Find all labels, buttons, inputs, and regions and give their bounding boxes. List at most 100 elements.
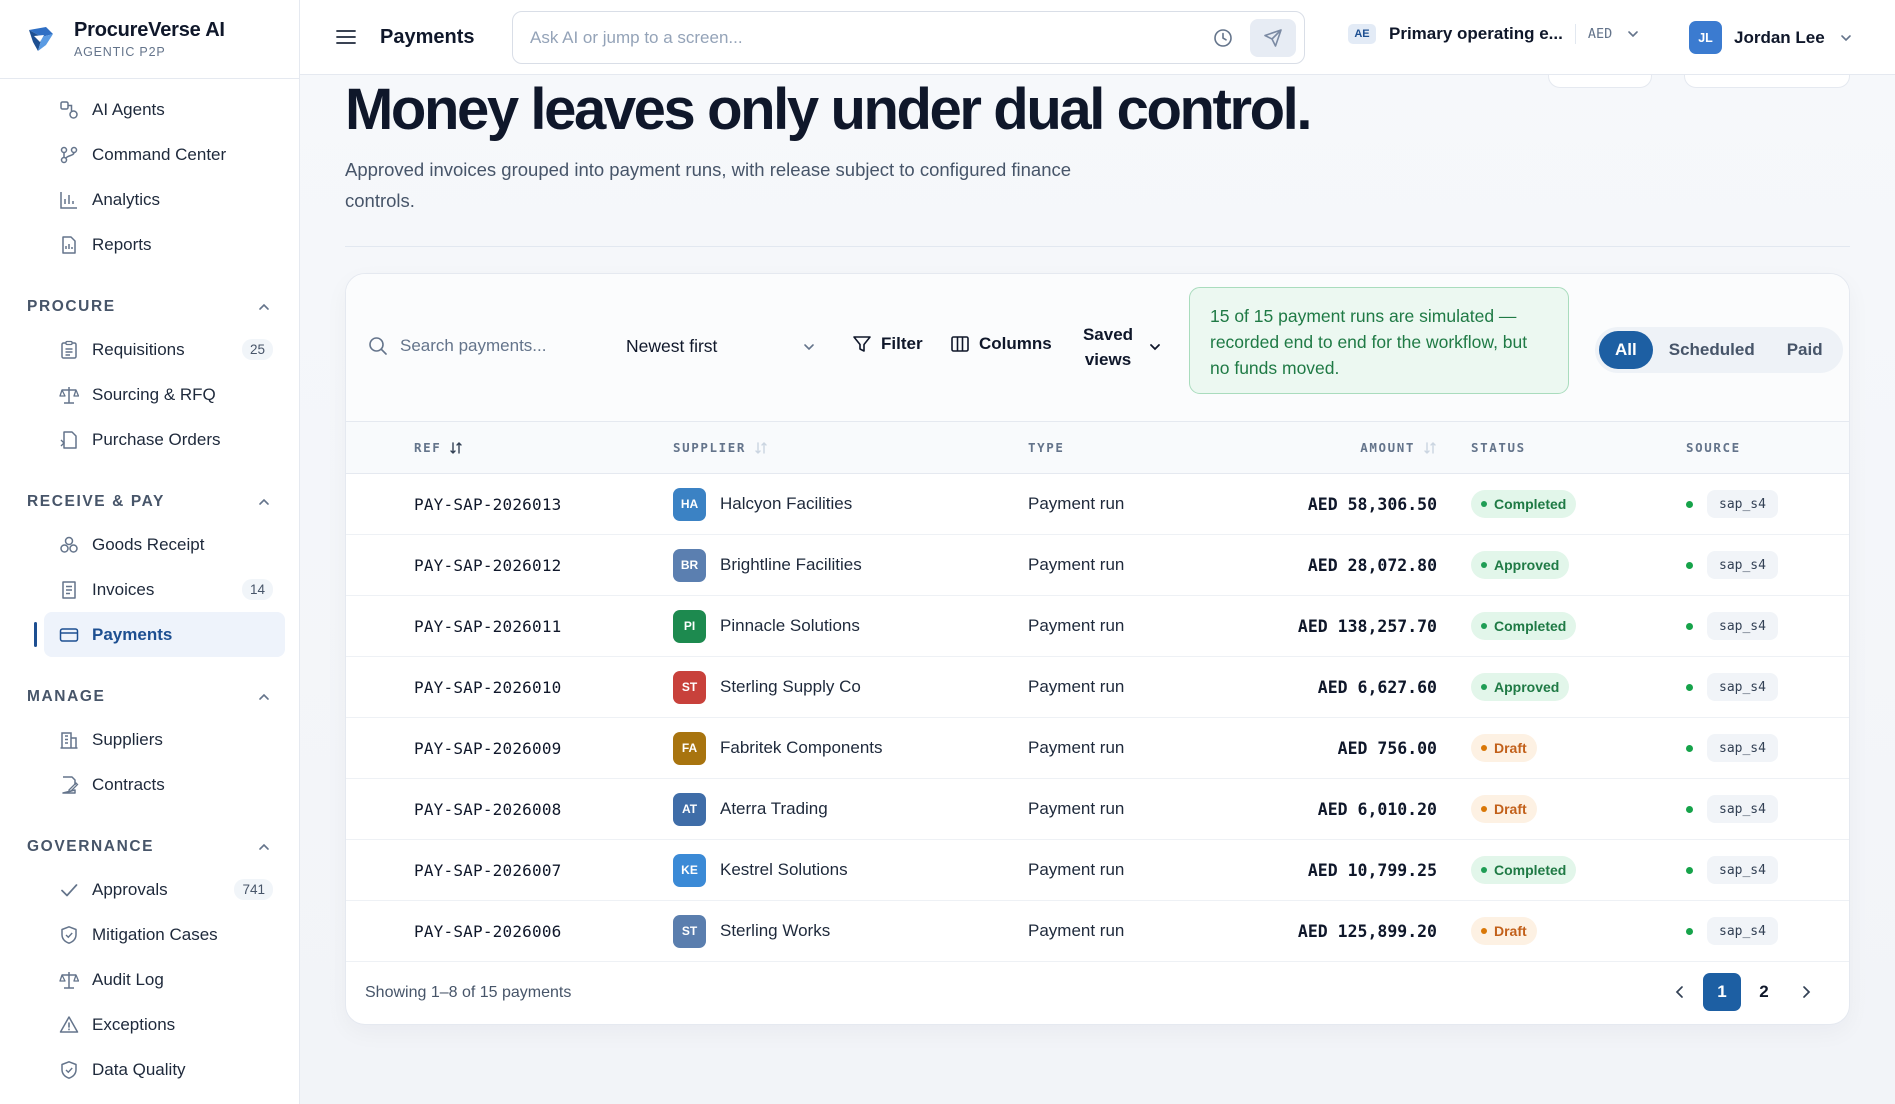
pagination-summary: Showing 1–8 of 15 payments: [365, 983, 572, 1001]
column-header-label: AMOUNT: [1360, 440, 1415, 455]
contract-icon: [58, 774, 80, 796]
status-badge: Approved: [1471, 673, 1570, 701]
user-name: Jordan Lee: [1734, 27, 1825, 47]
nav-group-receive-and-pay[interactable]: RECEIVE & PAY: [0, 482, 299, 522]
status-dot: [1481, 501, 1487, 507]
table-row[interactable]: PAY-SAP-2026012 BR Brightline Facilities Pa…: [346, 535, 1849, 596]
supplier-cell: FA Fabritek Components: [673, 718, 883, 778]
payment-type: Payment run: [1028, 738, 1125, 757]
nav-group-procure[interactable]: PROCURE: [0, 287, 299, 327]
column-header-label: STATUS: [1471, 440, 1526, 455]
sidebar-item-label: Audit Log: [92, 969, 164, 989]
sidebar-item-analytics[interactable]: Analytics: [44, 177, 285, 222]
sort-select[interactable]: Newest first: [626, 336, 816, 357]
sidebar-item-invoices[interactable]: Invoices 14: [44, 567, 285, 612]
status-label: Completed: [1494, 496, 1567, 512]
menu-button[interactable]: [334, 25, 358, 49]
segment-all[interactable]: All: [1599, 331, 1653, 369]
nav-group-governance[interactable]: GOVERNANCE: [0, 827, 299, 867]
sidebar-item-exceptions[interactable]: Exceptions: [44, 1002, 285, 1047]
column-header-amount[interactable]: AMOUNT: [1360, 440, 1437, 455]
pagination: 12: [1657, 973, 1825, 1011]
ask-ai-input[interactable]: [530, 27, 1170, 48]
column-header-supplier[interactable]: SUPPLIER: [673, 440, 768, 455]
payment-ref[interactable]: PAY-SAP-2026006: [414, 901, 562, 961]
sidebar-item-command-center[interactable]: Command Center: [44, 132, 285, 177]
payment-ref[interactable]: PAY-SAP-2026007: [414, 840, 562, 900]
source-tag: sap_s4: [1707, 734, 1778, 762]
entity-selector[interactable]: AE Primary operating e... AED: [1348, 24, 1640, 44]
prev-page-button[interactable]: [1661, 973, 1699, 1011]
saved-views-button[interactable]: Saved views: [1082, 322, 1162, 372]
source-cell: sap_s4: [1686, 535, 1778, 595]
column-header-source: SOURCE: [1686, 440, 1741, 455]
hamburger-icon: [336, 30, 356, 44]
payment-ref[interactable]: PAY-SAP-2026009: [414, 718, 562, 778]
main-area: Payments AE Primary operating e... AED J…: [300, 0, 1895, 1104]
sidebar-item-sourcing-and-rfq[interactable]: Sourcing & RFQ: [44, 372, 285, 417]
source-cell: sap_s4: [1686, 779, 1778, 839]
sidebar-item-purchase-orders[interactable]: Purchase Orders: [44, 417, 285, 462]
supplier-avatar: ST: [673, 670, 706, 704]
nav-group-manage[interactable]: MANAGE: [0, 677, 299, 717]
table-row[interactable]: PAY-SAP-2026008 AT Aterra Trading Payment r…: [346, 779, 1849, 840]
sidebar-item-data-quality[interactable]: Data Quality: [44, 1047, 285, 1092]
sidebar-item-label: Contracts: [92, 774, 165, 794]
sidebar-item-label: Approvals: [92, 879, 168, 899]
payment-ref[interactable]: PAY-SAP-2026013: [414, 474, 562, 534]
sidebar-item-approvals[interactable]: Approvals 741: [44, 867, 285, 912]
payment-ref[interactable]: PAY-SAP-2026011: [414, 596, 562, 656]
supplier-name: Kestrel Solutions: [720, 860, 848, 879]
supplier-cell: BR Brightline Facilities: [673, 535, 862, 595]
sort-icon: [1424, 441, 1436, 454]
simulation-notice: 15 of 15 payment runs are simulated — re…: [1189, 287, 1569, 394]
sidebar-item-reports[interactable]: Reports: [44, 222, 285, 267]
next-page-button[interactable]: [1787, 973, 1825, 1011]
sidebar-item-payments[interactable]: Payments: [34, 612, 285, 657]
column-header-ref[interactable]: REF: [414, 440, 463, 455]
brand-logo-icon: [29, 27, 53, 51]
sidebar-item-mitigation-cases[interactable]: Mitigation Cases: [44, 912, 285, 957]
supplier-avatar: PI: [673, 609, 706, 643]
page-button-1[interactable]: 1: [1703, 973, 1741, 1011]
history-icon[interactable]: [1212, 27, 1234, 49]
search-input[interactable]: [400, 336, 600, 356]
sidebar-item-goods-receipt[interactable]: Goods Receipt: [44, 522, 285, 567]
table-row[interactable]: PAY-SAP-2026011 PI Pinnacle Solutions Payme…: [346, 596, 1849, 657]
supplier-avatar: ST: [673, 914, 706, 948]
segment-paid[interactable]: Paid: [1771, 331, 1839, 369]
payment-amount: AED 138,257.70: [1297, 616, 1437, 636]
invoice-icon: [58, 579, 80, 601]
table-row[interactable]: PAY-SAP-2026013 HA Halcyon Facilities Payme…: [346, 474, 1849, 535]
sidebar-item-suppliers[interactable]: Suppliers: [44, 717, 285, 762]
source-tag: sap_s4: [1707, 795, 1778, 823]
count-badge: 25: [241, 339, 273, 360]
chevron-left-icon: [1675, 986, 1683, 998]
payment-ref[interactable]: PAY-SAP-2026010: [414, 657, 562, 717]
user-menu[interactable]: JL Jordan Lee: [1689, 21, 1853, 54]
page-button-2[interactable]: 2: [1745, 973, 1783, 1011]
sidebar-item-label: Mitigation Cases: [92, 924, 218, 944]
table-toolbar: Newest first Filter Columns Saved views …: [346, 274, 1849, 422]
brand[interactable]: ProcureVerse AI AGENTIC P2P: [0, 0, 299, 79]
segment-scheduled[interactable]: Scheduled: [1653, 331, 1771, 369]
table-row[interactable]: PAY-SAP-2026007 KE Kestrel Solutions Paymen…: [346, 840, 1849, 901]
sidebar-item-audit-log[interactable]: Audit Log: [44, 957, 285, 1002]
topbar: Payments AE Primary operating e... AED J…: [300, 0, 1895, 75]
filter-button[interactable]: Filter: [852, 334, 923, 354]
table-row[interactable]: PAY-SAP-2026009 FA Fabritek Components Paym…: [346, 718, 1849, 779]
payment-amount: AED 10,799.25: [1307, 860, 1437, 880]
sidebar-item-ai-agents[interactable]: AI Agents: [44, 87, 285, 132]
columns-button[interactable]: Columns: [950, 334, 1052, 354]
send-button[interactable]: [1250, 19, 1296, 57]
status-dot: [1481, 684, 1487, 690]
payment-type: Payment run: [1028, 494, 1125, 513]
table-row[interactable]: PAY-SAP-2026006 ST Sterling Works Payment r…: [346, 901, 1849, 962]
payment-ref[interactable]: PAY-SAP-2026012: [414, 535, 562, 595]
status-badge: Draft: [1471, 917, 1537, 945]
table-row[interactable]: PAY-SAP-2026010 ST Sterling Supply Co Payme…: [346, 657, 1849, 718]
nav-group-title: GOVERNANCE: [27, 838, 155, 855]
sidebar-item-contracts[interactable]: Contracts: [44, 762, 285, 807]
payment-ref[interactable]: PAY-SAP-2026008: [414, 779, 562, 839]
sidebar-item-requisitions[interactable]: Requisitions 25: [44, 327, 285, 372]
